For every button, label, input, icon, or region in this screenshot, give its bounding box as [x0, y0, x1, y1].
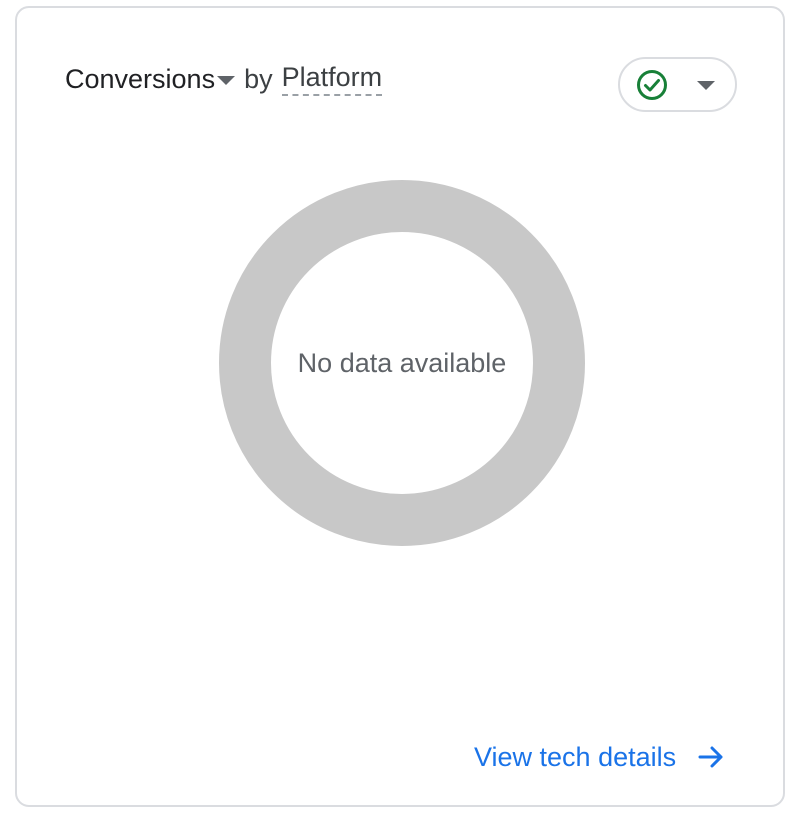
donut-chart: No data available [217, 178, 587, 548]
title-connector: by [244, 63, 273, 94]
view-tech-details-label: View tech details [474, 741, 677, 772]
check-circle-icon [637, 70, 667, 100]
caret-down-icon [217, 75, 236, 85]
platform-conversions-card: Conversions by Platform No data availabl… [15, 6, 785, 807]
comparison-status-dropdown[interactable] [618, 57, 737, 112]
metric-label: Conversions [65, 63, 216, 94]
caret-down-icon [697, 81, 715, 90]
card-title: Conversions by Platform [65, 60, 383, 98]
metric-selector[interactable]: Conversions [65, 63, 236, 95]
view-tech-details-link[interactable]: View tech details [474, 737, 726, 777]
arrow-right-icon [698, 746, 723, 768]
dimension-selector[interactable]: Platform [281, 62, 383, 96]
empty-state-message: No data available [297, 347, 507, 378]
